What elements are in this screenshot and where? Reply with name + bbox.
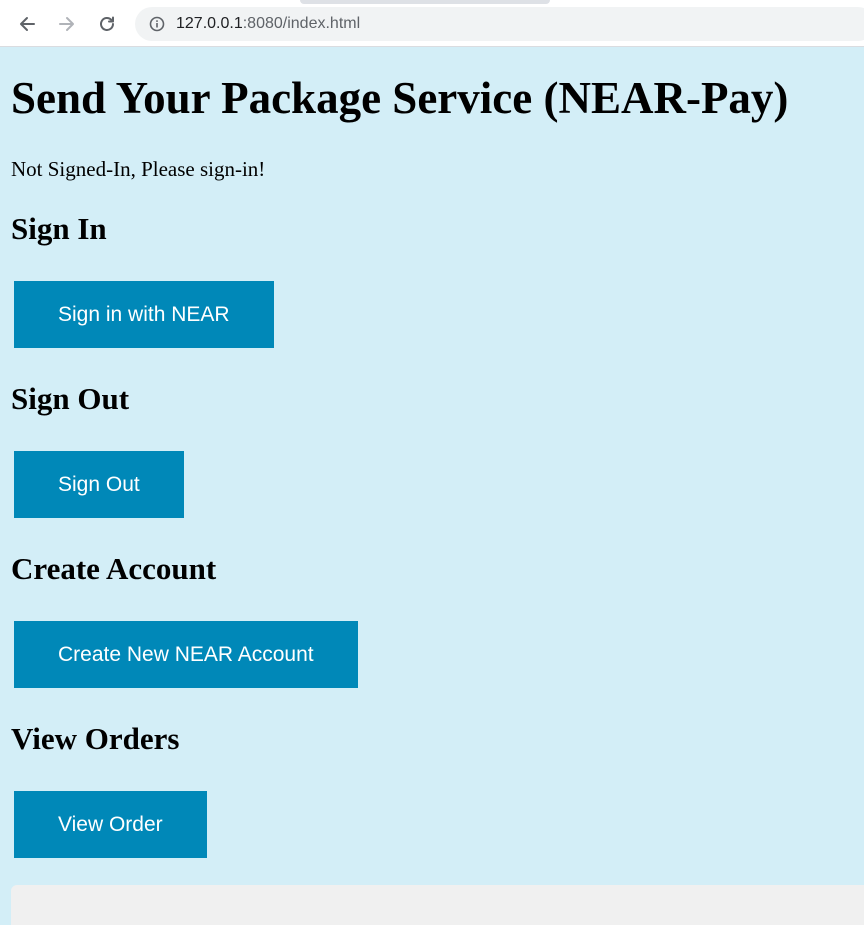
create-account-button[interactable]: Create New NEAR Account <box>14 621 358 688</box>
url-path: :8080/index.html <box>242 15 361 32</box>
page-content: Send Your Package Service (NEAR-Pay) Not… <box>0 47 864 925</box>
reload-button[interactable] <box>93 10 121 38</box>
address-bar[interactable]: 127.0.0.1:8080/index.html <box>135 7 864 41</box>
back-arrow-icon <box>20 17 35 31</box>
sign-out-heading: Sign Out <box>11 381 130 416</box>
page-title: Send Your Package Service (NEAR-Pay) <box>11 73 789 123</box>
sign-in-heading: Sign In <box>11 211 107 246</box>
reload-icon <box>100 16 114 31</box>
tab-strip-edge <box>300 0 550 4</box>
create-account-heading: Create Account <box>11 551 217 586</box>
sign-in-status: Not Signed-In, Please sign-in! <box>11 157 266 181</box>
forward-button[interactable] <box>53 10 81 38</box>
content-panel <box>11 885 864 925</box>
view-orders-heading: View Orders <box>11 721 180 756</box>
info-icon[interactable] <box>149 16 165 32</box>
sign-in-button[interactable]: Sign in with NEAR <box>14 281 274 348</box>
back-button[interactable] <box>13 10 41 38</box>
browser-toolbar: 127.0.0.1:8080/index.html <box>0 0 864 47</box>
url-text: 127.0.0.1:8080/index.html <box>176 15 360 33</box>
url-host: 127.0.0.1 <box>176 15 243 32</box>
forward-arrow-icon <box>59 17 74 31</box>
sign-out-button[interactable]: Sign Out <box>14 451 184 518</box>
view-order-button[interactable]: View Order <box>14 791 207 858</box>
